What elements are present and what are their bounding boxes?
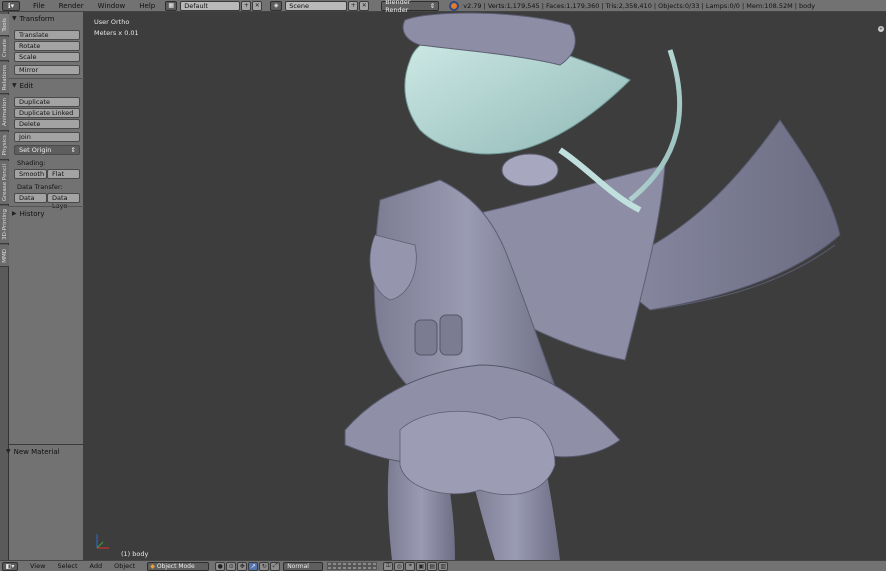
- scene-icon[interactable]: ◈: [270, 0, 283, 11]
- tab-animation[interactable]: Animation: [0, 95, 9, 131]
- panel-title: Edit: [19, 81, 34, 90]
- duplicate-linked-button[interactable]: Duplicate Linked: [14, 108, 80, 118]
- expand-down-icon: ▼: [6, 448, 11, 455]
- delete-scene-button[interactable]: ✕: [359, 0, 370, 11]
- menu-window[interactable]: Window: [91, 0, 133, 12]
- expand-right-icon: ▶: [12, 210, 17, 217]
- pivot-point-icon[interactable]: ⊙: [226, 561, 237, 571]
- tab-label: Grease Pencil: [1, 163, 8, 202]
- editor-type-button[interactable]: ℹ▾: [2, 0, 20, 11]
- tool-tabs: Tools Create Relations Animation Physics…: [0, 12, 9, 560]
- smooth-button[interactable]: Smooth: [14, 169, 47, 179]
- expand-down-icon: ▼: [12, 15, 17, 22]
- top-menu: File Render Window Help: [26, 0, 162, 12]
- proportional-edit-icon[interactable]: ◎: [394, 561, 405, 571]
- viewport-shading-icon[interactable]: ●: [215, 561, 226, 571]
- tab-label: Relations: [1, 64, 8, 91]
- tab-label: Physics: [1, 135, 8, 156]
- tab-label: Create: [1, 39, 8, 58]
- expand-down-icon: ▼: [12, 82, 17, 89]
- scene-stats: v2.79 | Verts:1,179,545 | Faces:1,179,36…: [463, 1, 816, 10]
- object-mode-icon: ◆: [150, 562, 155, 570]
- menu-file[interactable]: File: [26, 0, 52, 12]
- editor-type-button[interactable]: ◧▾: [2, 561, 18, 571]
- updown-icon: ⇕: [429, 1, 436, 10]
- rotate-manipulator-icon[interactable]: ↻: [259, 561, 270, 571]
- tab-grease-pencil[interactable]: Grease Pencil: [0, 161, 9, 205]
- history-panel-header[interactable]: ▶ History: [9, 208, 84, 219]
- set-origin-label: Set Origin: [19, 146, 52, 154]
- 3d-viewport[interactable]: User Ortho Meters x 0.01 (1) body +: [85, 12, 886, 560]
- manipulator-toggle-icon[interactable]: ✥: [237, 561, 248, 571]
- delete-layout-button[interactable]: ✕: [252, 0, 263, 11]
- scene-field[interactable]: Scene: [285, 0, 348, 11]
- mirror-button[interactable]: Mirror: [14, 65, 80, 75]
- data-layout-button[interactable]: Data Layo: [47, 193, 80, 210]
- tab-physics[interactable]: Physics: [0, 132, 9, 160]
- character-model[interactable]: [85, 12, 886, 560]
- tab-mmd[interactable]: MMD: [0, 245, 9, 267]
- scale-button[interactable]: Scale: [14, 52, 80, 62]
- layer-buttons[interactable]: [327, 562, 378, 570]
- shading-label: Shading:: [17, 159, 46, 167]
- data-transfer-button[interactable]: Data: [14, 193, 47, 203]
- operator-panel-header[interactable]: ▼ New Material: [3, 446, 78, 457]
- blender-logo-icon: [449, 0, 460, 11]
- axis-gizmo-icon: [96, 534, 109, 549]
- lock-icon[interactable]: ⚿: [383, 561, 394, 571]
- scale-manipulator-icon[interactable]: ⤢: [270, 561, 281, 571]
- menu-view[interactable]: View: [24, 562, 51, 570]
- set-origin-select[interactable]: Set Origin ⇕: [14, 145, 80, 155]
- tab-label: Animation: [1, 98, 8, 127]
- panel-title: Transform: [19, 14, 55, 23]
- mode-label: Object Mode: [156, 562, 195, 570]
- properties-toggle-icon[interactable]: +: [878, 26, 884, 32]
- duplicate-button[interactable]: Duplicate: [14, 97, 80, 107]
- panel-title: New Material: [13, 447, 60, 456]
- object-info: (1) body: [121, 550, 149, 558]
- add-scene-button[interactable]: +: [348, 0, 359, 11]
- tool-shelf: ▼ Transform Translate Rotate Scale Mirro…: [6, 12, 84, 560]
- divider: [9, 206, 84, 207]
- edit-panel-header[interactable]: ▼ Edit: [9, 80, 84, 91]
- divider: [9, 78, 84, 79]
- region-divider: [9, 444, 84, 445]
- render-opengl-icon[interactable]: ▤: [427, 561, 438, 571]
- menu-select[interactable]: Select: [51, 562, 83, 570]
- panel-title: History: [19, 209, 45, 218]
- tab-relations[interactable]: Relations: [0, 62, 9, 94]
- updown-icon: ⇕: [70, 146, 76, 154]
- data-transfer-label: Data Transfer:: [17, 183, 63, 191]
- tab-3d-printing[interactable]: 3D-Printing: [0, 206, 9, 244]
- tab-create[interactable]: Create: [0, 37, 9, 61]
- tab-label: MMD: [1, 248, 8, 263]
- screen-layout-icon[interactable]: ▦: [165, 0, 178, 11]
- translate-button[interactable]: Translate: [14, 30, 80, 40]
- tab-label: 3D-Printing: [1, 209, 8, 240]
- interaction-mode-select[interactable]: ◆ Object Mode: [147, 561, 210, 571]
- menu-object[interactable]: Object: [108, 562, 141, 570]
- delete-button[interactable]: Delete: [14, 119, 80, 129]
- screen-layout-field[interactable]: Default: [180, 0, 241, 11]
- view-menu-bar: View Select Add Object: [24, 562, 141, 570]
- rotate-button[interactable]: Rotate: [14, 41, 80, 51]
- info-header: ℹ▾ File Render Window Help ▦ Default + ✕…: [0, 0, 886, 14]
- 3d-view-header: ◧▾ View Select Add Object ◆ Object Mode …: [0, 560, 886, 571]
- menu-add[interactable]: Add: [84, 562, 109, 570]
- add-layout-button[interactable]: +: [241, 0, 252, 11]
- snap-icon[interactable]: ⌖: [405, 561, 416, 571]
- render-animation-icon[interactable]: ▥: [438, 561, 449, 571]
- snap-target-icon[interactable]: ▣: [416, 561, 427, 571]
- tab-tools[interactable]: Tools: [0, 14, 9, 36]
- join-button[interactable]: Join: [14, 132, 80, 142]
- flat-button[interactable]: Flat: [47, 169, 80, 179]
- transform-panel-header[interactable]: ▼ Transform: [9, 13, 84, 24]
- render-engine-select[interactable]: Blender Render ⇕: [381, 0, 440, 14]
- tab-label: Tools: [1, 17, 8, 32]
- translate-manipulator-icon[interactable]: ↗: [248, 561, 259, 571]
- transform-orientation-select[interactable]: Normal: [283, 561, 324, 571]
- menu-help[interactable]: Help: [132, 0, 162, 12]
- menu-render[interactable]: Render: [52, 0, 91, 12]
